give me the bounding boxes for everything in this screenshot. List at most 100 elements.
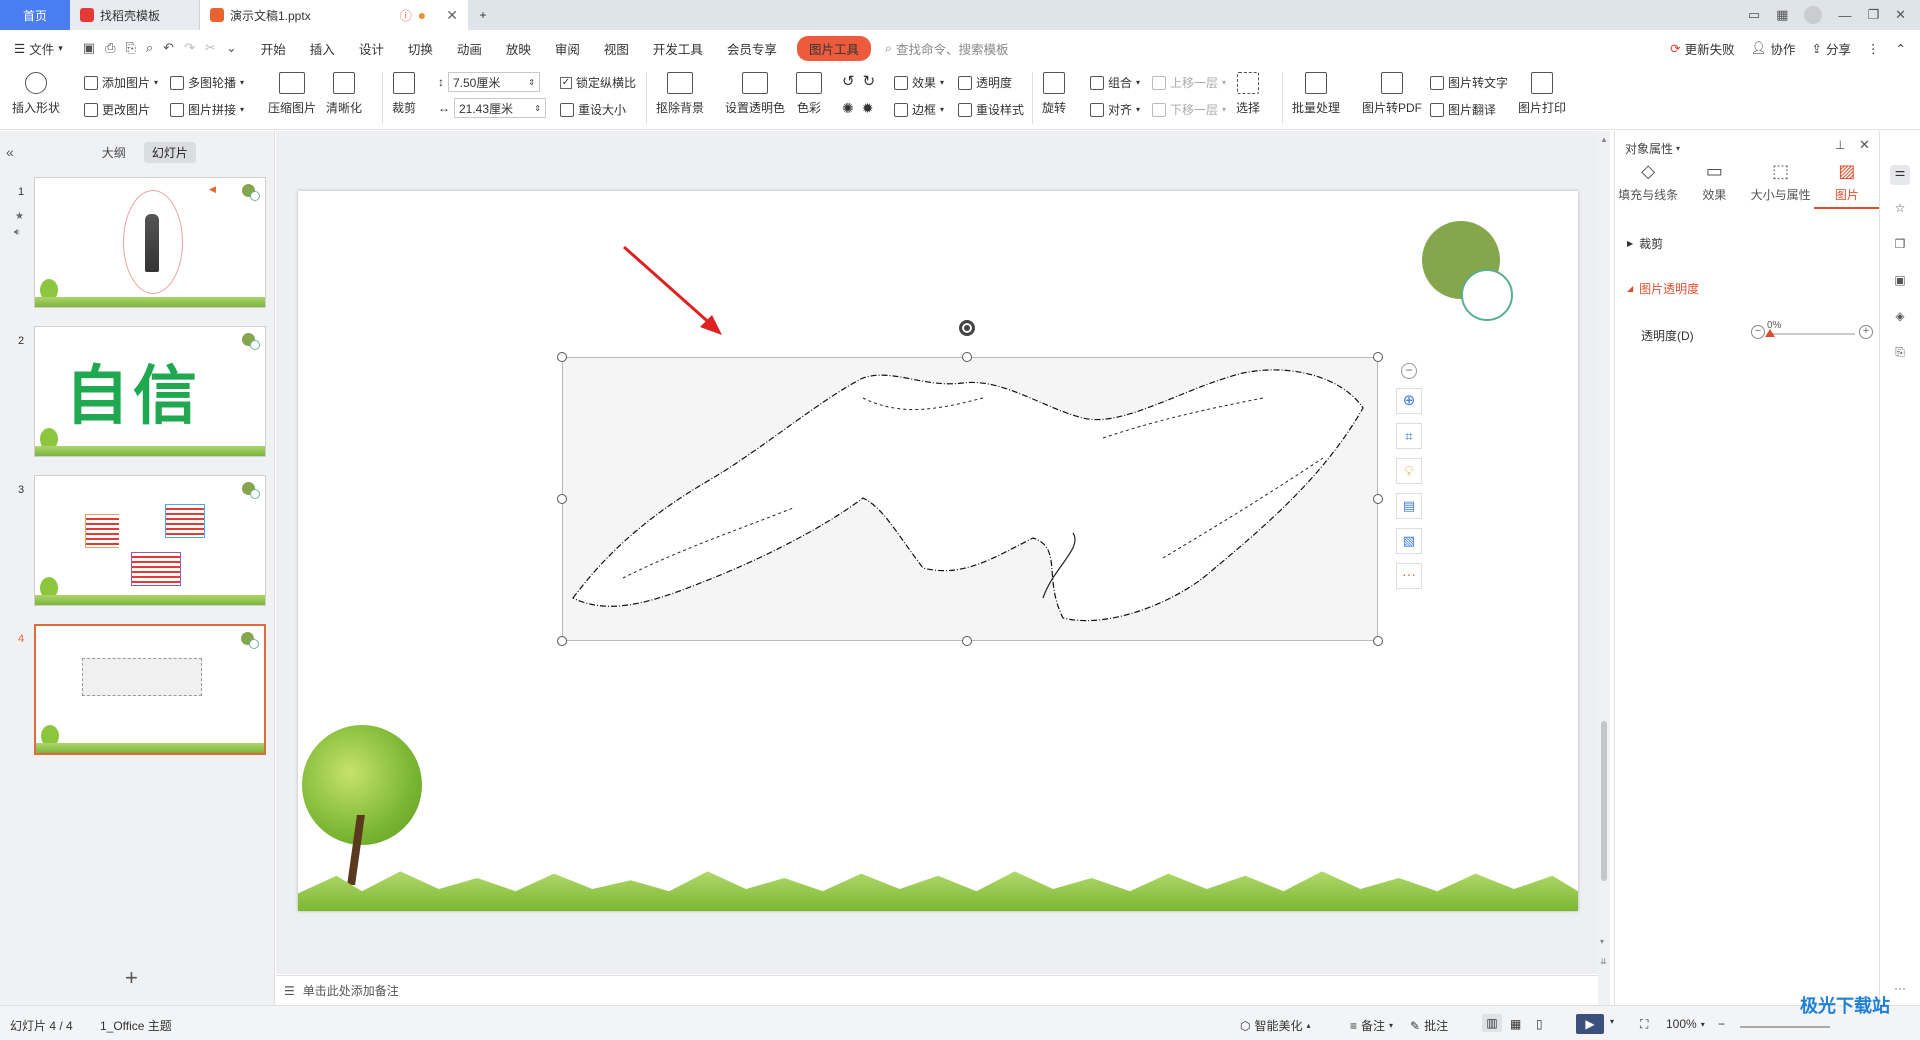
properties-icon[interactable]: ⚌ (1890, 165, 1910, 185)
close-panel-icon[interactable]: ✕ (1859, 137, 1870, 153)
tab-fill-line[interactable]: ◇ 填充与线条 (1615, 161, 1681, 209)
book-icon[interactable]: ⎘ (1890, 345, 1910, 365)
prev-slide-icon[interactable]: ▾ (1600, 937, 1604, 946)
resize-handle[interactable] (557, 636, 567, 646)
preview-icon[interactable]: ⌕ (146, 40, 153, 56)
brightness-down-icon[interactable]: ✹ (862, 100, 874, 117)
undo-icon[interactable]: ↶ (163, 40, 174, 56)
reset-style-button[interactable]: 重设样式 (958, 101, 1024, 118)
tab-slides[interactable]: 幻灯片 (143, 141, 196, 163)
multi-contour-button[interactable]: 多图轮播 ▾ (170, 74, 244, 91)
slide-thumbnail-1[interactable]: ◀ (34, 177, 266, 308)
crop-float-icon[interactable]: ⌗ (1396, 423, 1422, 449)
remove-background-button[interactable]: 抠除背景 (656, 72, 704, 116)
export-icon[interactable]: ⎙ (105, 40, 115, 56)
scroll-thumb[interactable] (1601, 721, 1607, 881)
transparency-slider[interactable] (1769, 333, 1855, 335)
star-icon[interactable]: ☆ (1890, 201, 1910, 221)
play-slideshow-button[interactable]: ▶ (1576, 1014, 1604, 1034)
slide-thumbnail-2[interactable]: 自信 (34, 326, 266, 457)
smart-beautify-button[interactable]: ⬡ 智能美化 ▴ (1240, 1017, 1311, 1034)
menu-review[interactable]: 审阅 (543, 39, 592, 58)
theme-name[interactable]: 1_Office 主题 (100, 1017, 172, 1034)
tab-size-property[interactable]: ⬚ 大小与属性 (1748, 161, 1814, 209)
slide-thumbnail-3[interactable] (34, 475, 266, 606)
compress-button[interactable]: 压缩图片 (268, 72, 316, 116)
add-picture-button[interactable]: 添加图片 ▾ (84, 74, 158, 91)
play-options-icon[interactable]: ▾ (1610, 1017, 1614, 1026)
effect-button[interactable]: 效果 ▾ (894, 74, 944, 91)
menu-member[interactable]: 会员专享 (715, 39, 789, 58)
zoom-in-icon[interactable]: ⊕ (1396, 388, 1422, 414)
notes-toggle-button[interactable]: ≡ 备注 ▾ (1350, 1017, 1393, 1034)
minus-circle-icon[interactable]: − (1401, 363, 1417, 379)
select-button[interactable]: 选择 (1236, 72, 1260, 116)
slide-sorter-icon[interactable]: ▦ (1510, 1017, 1521, 1031)
close-icon[interactable]: ✕ (1895, 7, 1906, 23)
reading-view-icon[interactable]: ▯ (1536, 1017, 1543, 1031)
avatar[interactable] (1804, 6, 1823, 24)
location-icon[interactable]: ◈ (1890, 309, 1910, 329)
brightness-up-icon[interactable]: ✺ (842, 100, 854, 117)
more-options-icon[interactable]: ⋮ (1867, 41, 1880, 56)
color-button[interactable]: 色彩 (796, 72, 822, 116)
menu-file[interactable]: ☰ 文件 ▾ (0, 39, 71, 58)
change-picture-button[interactable]: 更改图片 (84, 101, 150, 118)
menu-design[interactable]: 设计 (347, 39, 396, 58)
translate-button[interactable]: 图片翻译 (1430, 101, 1496, 118)
to-text-button[interactable]: 图片转文字 (1430, 74, 1508, 91)
height-input[interactable]: 7.50厘米 ⇕ (448, 72, 540, 92)
tab-picture[interactable]: ▨ 图片 (1813, 161, 1880, 209)
more-actions-icon[interactable]: ··· (1396, 563, 1422, 589)
redo-icon[interactable]: ↷ (184, 40, 195, 56)
update-failed-button[interactable]: ⟳ 更新失败 (1670, 39, 1735, 58)
transparency-button[interactable]: 透明度 (958, 74, 1012, 91)
picture-merge-button[interactable]: 图片拼接 ▾ (170, 101, 244, 118)
tab-home[interactable]: 首页 (0, 0, 70, 30)
normal-view-icon[interactable]: ▥ (1482, 1014, 1502, 1032)
resize-handle[interactable] (962, 352, 972, 362)
vertical-scrollbar[interactable]: ▲ ▾ ⇊ (1598, 131, 1610, 1005)
rotate-button[interactable]: 旋转 (1042, 72, 1066, 116)
decrease-icon[interactable]: − (1751, 325, 1765, 339)
set-transparent-color-button[interactable]: 设置透明色 (725, 72, 785, 116)
picture-to-text-icon[interactable]: ▤ (1396, 493, 1422, 519)
zoom-level[interactable]: 100% ▾ (1666, 1017, 1705, 1031)
collaborate-button[interactable]: 👤︎ 协作 (1751, 39, 1796, 58)
rotate-handle[interactable] (959, 320, 975, 336)
close-tab-icon[interactable]: ✕ (446, 7, 458, 24)
zoom-out-icon[interactable]: − (1718, 1017, 1725, 1031)
crop-button[interactable]: 裁剪 (392, 72, 416, 116)
lock-ratio-checkbox[interactable]: ✓ 锁定纵横比 (560, 74, 636, 91)
pin-icon[interactable]: ⊥ (1835, 138, 1845, 152)
to-pdf-button[interactable]: 图片转PDF (1362, 72, 1422, 116)
slider-thumb[interactable] (1765, 329, 1775, 337)
menu-developer[interactable]: 开发工具 (641, 39, 715, 58)
menu-slideshow[interactable]: 放映 (494, 39, 543, 58)
grid-icon[interactable]: ▦ (1776, 7, 1788, 23)
border-button[interactable]: 边框 ▾ (894, 101, 944, 118)
section-crop[interactable]: ▶ 裁剪 (1627, 235, 1663, 252)
tab-effect[interactable]: ▭ 效果 (1681, 161, 1747, 209)
group-button[interactable]: 组合 ▾ (1090, 74, 1140, 91)
resize-handle[interactable] (557, 494, 567, 504)
batch-button[interactable]: 批量处理 (1292, 72, 1340, 116)
command-search[interactable]: ⌕ 查找命令、搜索模板 (885, 39, 1009, 58)
resize-handle[interactable] (1373, 636, 1383, 646)
fit-window-icon[interactable]: ⛶ (1640, 1017, 1648, 1032)
menu-insert[interactable]: 插入 (298, 39, 347, 58)
sharpen-button[interactable]: 清晰化 (326, 72, 362, 116)
section-transparency[interactable]: ◢ 图片透明度 (1627, 280, 1699, 297)
image-icon[interactable]: ▣ (1890, 273, 1910, 293)
resize-handle[interactable] (962, 636, 972, 646)
scroll-up-icon[interactable]: ▲ (1600, 135, 1608, 144)
comments-button[interactable]: ✎ 批注 (1410, 1017, 1448, 1034)
notes-bar[interactable]: ☰ 单击此处添加备注 (276, 975, 1598, 1005)
slides-icon[interactable]: ❐ (1890, 237, 1910, 257)
menu-start[interactable]: 开始 (249, 39, 298, 58)
resize-handle[interactable] (1373, 494, 1383, 504)
tab-template[interactable]: 找稻壳模板 (70, 0, 200, 30)
slide-thumbnail-4[interactable] (34, 624, 266, 755)
resize-handle[interactable] (557, 352, 567, 362)
next-slide-icon[interactable]: ⇊ (1600, 957, 1607, 966)
